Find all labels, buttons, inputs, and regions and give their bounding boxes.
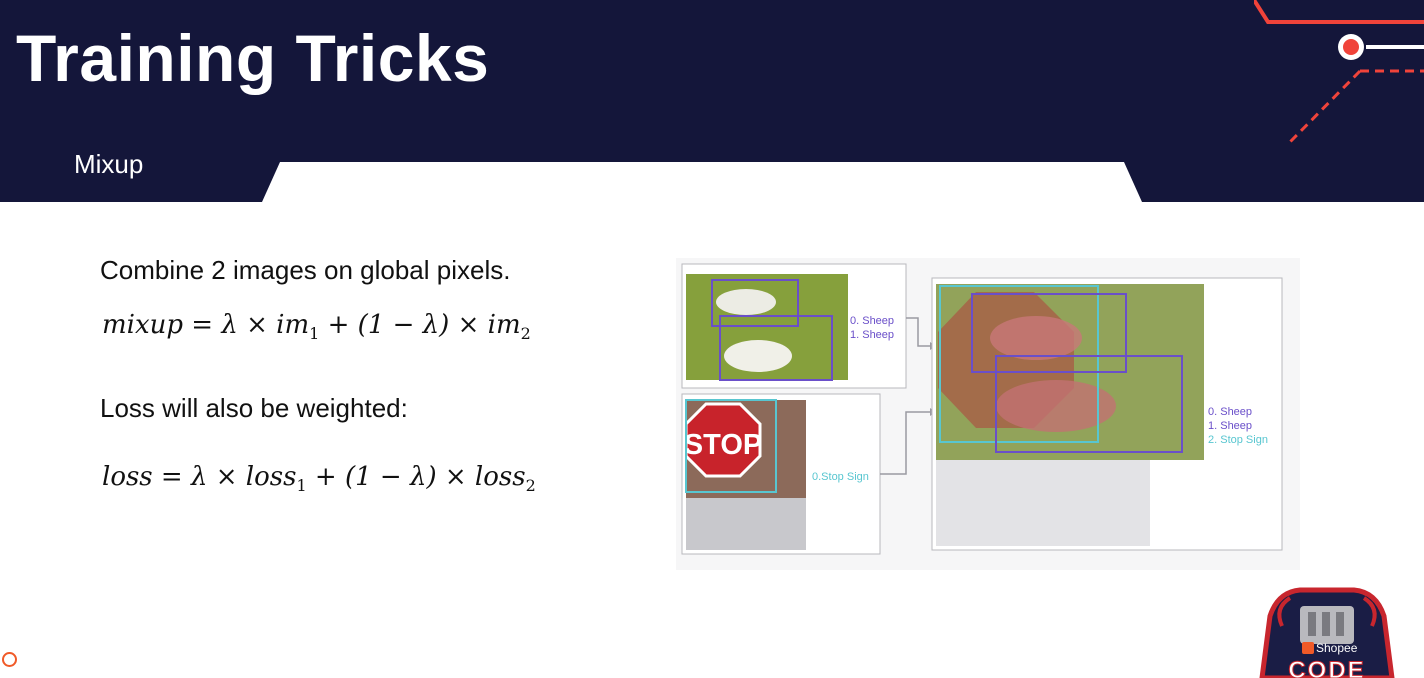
formula-one-minus: (1 − λ) [344, 462, 437, 492]
sheep-label-0: 0. Sheep [850, 315, 894, 327]
sheep-label-1: 1. Sheep [850, 329, 894, 341]
loss-formula: loss = λ × loss1 + (1 − λ) × loss2 [102, 462, 536, 495]
formula-plus: + [314, 462, 337, 492]
formula-equals: = [160, 462, 183, 492]
stop-label-0: 0.Stop Sign [812, 471, 869, 483]
formula-term2: loss [474, 462, 526, 492]
formula-sub2: 2 [520, 324, 531, 344]
formula-times: × [215, 462, 238, 492]
circuit-decoration-icon [1254, 0, 1424, 144]
formula-term1: im [276, 310, 310, 340]
slide-subtitle: Mixup [74, 149, 144, 179]
arrow-1 [906, 317, 930, 347]
formula-sub1: 1 [296, 476, 307, 496]
formula-sub2: 2 [525, 476, 536, 496]
formula-lambda: λ [190, 462, 208, 492]
corner-ring-icon [2, 652, 17, 667]
sheep-1 [716, 289, 776, 315]
formula-lhs: loss [102, 462, 153, 492]
formula-term2: im [487, 310, 521, 340]
header-tab-cutout [262, 162, 1142, 202]
formula-one-minus: (1 − λ) [357, 310, 450, 340]
shopee-code-logo: Shopee CODE [1259, 587, 1395, 678]
mixup-formula: mixup = λ × im1 + (1 − λ) × im2 [102, 310, 531, 343]
loss-description: Loss will also be weighted: [100, 393, 408, 423]
mixup-description: Combine 2 images on global pixels. [100, 255, 511, 285]
formula-times-2: × [457, 310, 480, 340]
formula-sub1: 1 [309, 324, 320, 344]
mixed-label-0: 0. Sheep [1208, 406, 1252, 418]
formula-plus: + [327, 310, 350, 340]
stop-sign-text: STOP [684, 429, 762, 461]
slide-title: Training Tricks [16, 21, 490, 95]
mixup-illustration: 0. Sheep 1. Sheep STOP 0.Stop Sign 0. Sh… [676, 258, 1300, 570]
mixed-sheep-1 [990, 316, 1082, 360]
mixed-label-2: 2. Stop Sign [1208, 434, 1268, 446]
arrow-2 [880, 411, 930, 475]
logo-brand: Shopee [1316, 641, 1358, 655]
formula-times: × [246, 310, 268, 340]
formula-term1: loss [245, 462, 297, 492]
formula-lhs: mixup [102, 310, 184, 340]
logo-text: CODE [1288, 657, 1365, 678]
formula-lambda: λ [221, 310, 238, 340]
formula-times-2: × [444, 462, 467, 492]
sheep-2 [724, 340, 792, 372]
mixed-label-1: 1. Sheep [1208, 420, 1252, 432]
formula-equals: = [191, 310, 214, 340]
